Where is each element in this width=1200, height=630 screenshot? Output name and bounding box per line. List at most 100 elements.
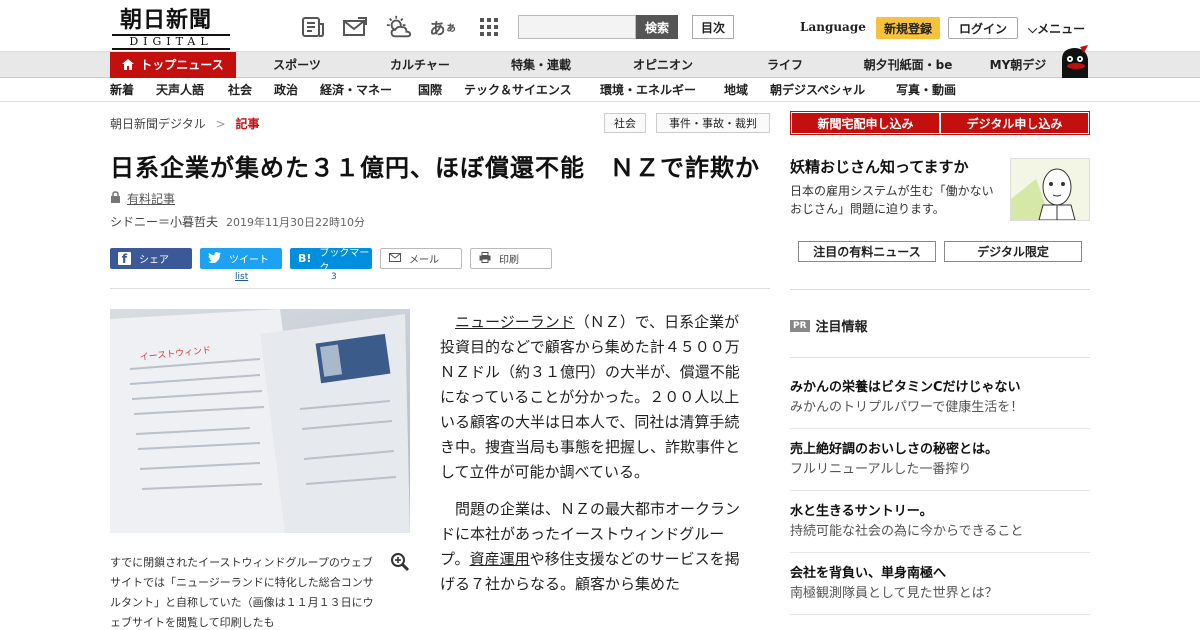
- envelope-icon[interactable]: [342, 14, 368, 40]
- zoom-icon[interactable]: [390, 552, 410, 577]
- paragraph: ニュージーランド（ＮＺ）で、日系企業が投資目的などで顧客から集めた計４５００万Ｎ…: [440, 310, 745, 485]
- print-button[interactable]: 印刷: [470, 248, 552, 269]
- nav-my-asadigi[interactable]: MY朝デジ: [980, 52, 1056, 78]
- article-headline: 日系企業が集めた３１億円、ほぼ償還不能 ＮＺで詐欺か: [110, 154, 760, 182]
- search-input[interactable]: [518, 15, 636, 39]
- subscription-buttons: 新聞宅配申し込み デジタル申し込み: [790, 111, 1090, 135]
- subnav-society[interactable]: 社会: [228, 78, 252, 102]
- toc-button[interactable]: 目次: [692, 15, 734, 39]
- chevron-down-icon: ⌵: [1028, 22, 1038, 36]
- nav-opinion[interactable]: オピニオン: [618, 52, 708, 78]
- subnav-new[interactable]: 新着: [110, 78, 134, 102]
- paid-label[interactable]: 有料記事: [127, 190, 175, 207]
- newspaper-icon[interactable]: [300, 14, 326, 40]
- hiragana-icon[interactable]: あぁ: [430, 14, 457, 40]
- promo-text: 日本の雇用システムが生む「働かないおじさん」問題に迫ります。: [790, 184, 994, 216]
- hatena-bookmark-button[interactable]: B! ブックマーク: [290, 248, 372, 274]
- language-link[interactable]: Language: [800, 20, 866, 34]
- tag-incidents[interactable]: 事件・事故・裁判: [656, 113, 770, 133]
- pr-item[interactable]: 売上絶好調のおいしさの秘密とは。 フルリニューアルした一番搾り: [790, 440, 1090, 480]
- tab-digital-only[interactable]: デジタル限定: [944, 241, 1082, 262]
- pr-item[interactable]: みかんの栄養はビタミンCだけじゃない みかんのトリプルパワーで健康生活を！: [790, 378, 1090, 418]
- subnav-economy[interactable]: 経済・マネー: [320, 78, 392, 102]
- weather-icon[interactable]: [386, 14, 412, 40]
- register-button[interactable]: 新規登録: [876, 17, 940, 39]
- menu-label: メニュー: [1037, 22, 1086, 36]
- subnav-tensei[interactable]: 天声人語: [156, 78, 204, 102]
- nav-features[interactable]: 特集・連載: [496, 52, 586, 78]
- nav-paper[interactable]: 朝夕刊紙面・be: [850, 52, 966, 78]
- sub-nav: 新着 天声人語 社会 政治 経済・マネー 国際 テック＆サイエンス 環境・エネル…: [0, 78, 1200, 102]
- breadcrumb-home[interactable]: 朝日新聞デジタル: [110, 117, 206, 131]
- facebook-label: シェア: [139, 255, 169, 266]
- subnav-international[interactable]: 国際: [418, 78, 442, 102]
- pr-item-title: 売上絶好調のおいしさの秘密とは。: [790, 442, 999, 457]
- nav-sports[interactable]: スポーツ: [254, 52, 340, 78]
- tag-society[interactable]: 社会: [604, 113, 646, 133]
- newspaper-subscribe-button[interactable]: 新聞宅配申し込み: [792, 113, 939, 133]
- mascot-icon[interactable]: [1058, 45, 1094, 78]
- lock-icon: [110, 191, 121, 206]
- search-button[interactable]: 検索: [636, 15, 678, 39]
- divider: [790, 357, 1090, 358]
- breadcrumb: 朝日新聞デジタル > 記事: [110, 115, 260, 132]
- asahi-logo[interactable]: 朝日新聞 DIGITAL: [112, 7, 230, 50]
- pr-item-title: みかんの栄養はビタミンCだけじゃない: [790, 380, 1021, 395]
- article-body: ニュージーランド（ＮＺ）で、日系企業が投資目的などで顧客から集めた計４５００万Ｎ…: [440, 310, 745, 609]
- subnav-photo[interactable]: 写真・動画: [896, 78, 956, 102]
- tab-paid-news[interactable]: 注目の有料ニュース: [798, 241, 936, 262]
- mail-button[interactable]: メール: [380, 248, 462, 269]
- paid-article: 有料記事: [110, 190, 175, 207]
- login-button[interactable]: ログイン: [948, 17, 1018, 39]
- nz-link[interactable]: ニュージーランド: [455, 313, 575, 331]
- pr-item-sub: みかんのトリプルパワーで健康生活を！: [790, 400, 1024, 415]
- divider: [790, 490, 1090, 491]
- publish-date: 2019年11月30日22時10分: [226, 216, 365, 229]
- logo-digital: DIGITAL: [112, 34, 230, 50]
- nav-top-news[interactable]: トップニュース: [110, 52, 236, 78]
- subnav-environment[interactable]: 環境・エネルギー: [600, 78, 696, 102]
- nav-culture[interactable]: カルチャー: [372, 52, 468, 78]
- hatena-label: ブックマーク: [319, 247, 370, 274]
- pr-item-title: 会社を背負い、単身南極へ: [790, 566, 947, 581]
- promo-title[interactable]: 妖精おじさん知ってますか: [790, 156, 969, 177]
- nav-label: トップニュース: [140, 58, 224, 72]
- divider: [790, 552, 1090, 553]
- photo-caption: すでに閉鎖されたイーストウィンドグループのウェブサイトでは「ニュージーランドに特…: [110, 556, 374, 629]
- twitter-icon: [208, 251, 221, 266]
- hatena-icon: B!: [298, 252, 312, 265]
- byline: シドニー＝小暮哲夫 2019年11月30日22時10分: [110, 213, 365, 230]
- grid-icon[interactable]: [476, 14, 502, 40]
- paragraph-text: （ＮＺ）で、日系企業が投資目的などで顧客から集めた計４５００万ＮＺドル（約３１億…: [440, 313, 741, 481]
- pr-item[interactable]: 会社を背負い、単身南極へ 南極観測隊員として見た世界とは？: [790, 564, 1090, 604]
- subnav-tech[interactable]: テック＆サイエンス: [464, 78, 572, 102]
- mail-icon: [389, 252, 401, 265]
- asset-link[interactable]: 資産運用: [470, 550, 530, 568]
- facebook-share-button[interactable]: f シェア: [110, 248, 192, 269]
- paragraph: 問題の企業は、ＮＺの最大都市オークランドに本社があったイーストウィンドグループ。…: [440, 497, 745, 597]
- pr-badge: PR: [790, 319, 810, 332]
- pr-item-sub: 持続可能な社会の為に今からできること: [790, 524, 1024, 539]
- subnav-special[interactable]: 朝デジスペシャル: [770, 78, 865, 102]
- divider: [790, 614, 1090, 615]
- twitter-share-button[interactable]: ツイート: [200, 248, 282, 269]
- pr-item[interactable]: 水と生きるサントリー。 持続可能な社会の為に今からできること: [790, 502, 1090, 542]
- subnav-politics[interactable]: 政治: [274, 78, 298, 102]
- promo-illustration[interactable]: [1010, 158, 1090, 221]
- print-label: 印刷: [499, 255, 519, 266]
- twitter-count[interactable]: list: [235, 272, 248, 282]
- breadcrumb-sep: >: [215, 117, 226, 131]
- pr-item-sub: フルリニューアルした一番搾り: [790, 462, 972, 477]
- subnav-region[interactable]: 地域: [724, 78, 748, 102]
- author: シドニー＝小暮哲夫: [110, 215, 219, 229]
- divider: [110, 288, 770, 289]
- digital-subscribe-button[interactable]: デジタル申し込み: [941, 113, 1088, 133]
- divider: [790, 289, 1090, 290]
- logo-kanji: 朝日新聞: [120, 7, 213, 33]
- article-photo[interactable]: イーストウィンド: [110, 309, 410, 533]
- twitter-label: ツイート: [229, 255, 269, 266]
- nav-life[interactable]: ライフ: [752, 52, 818, 78]
- printer-icon: [479, 251, 491, 266]
- menu-button[interactable]: ⌵メニュー: [1028, 20, 1085, 37]
- pr-title: 注目情報: [815, 320, 868, 335]
